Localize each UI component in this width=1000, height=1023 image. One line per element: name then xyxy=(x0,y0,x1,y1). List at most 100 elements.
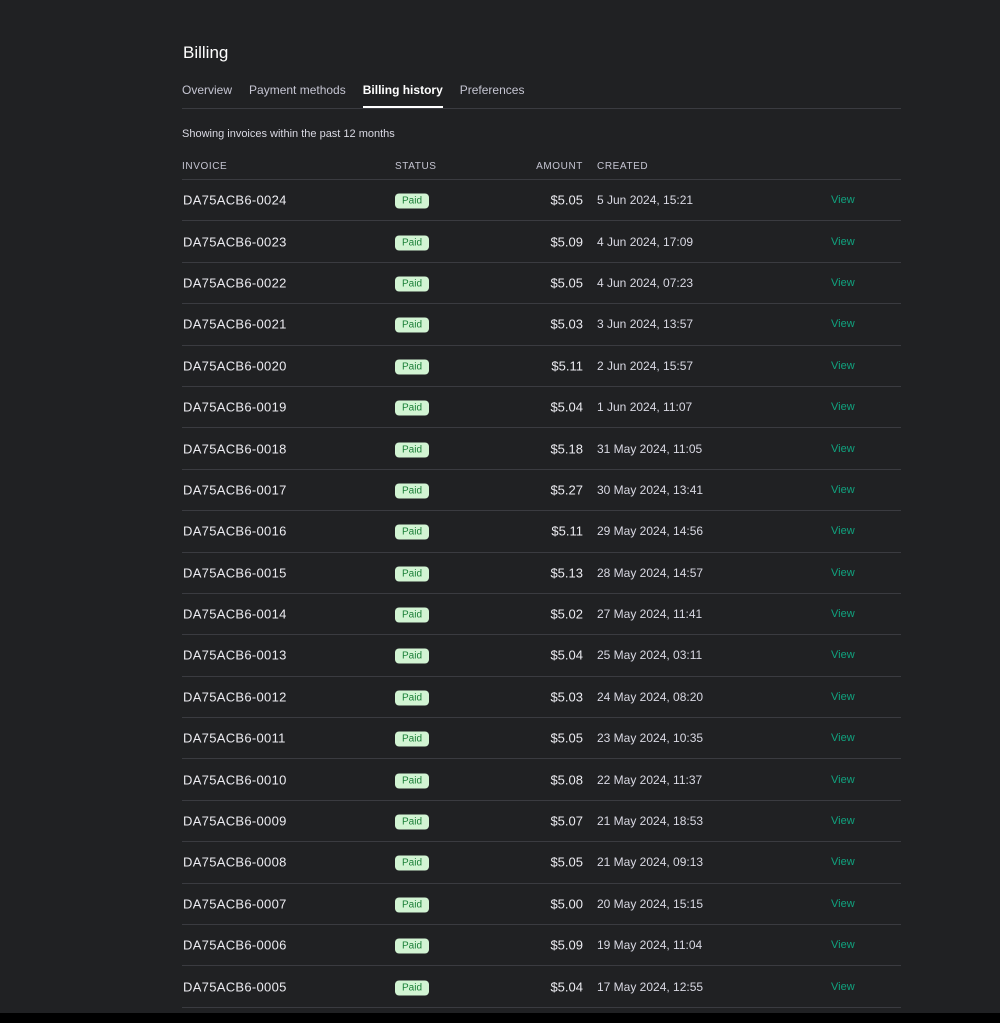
tab-preferences[interactable]: Preferences xyxy=(460,82,525,108)
invoice-id: DA75ACB6-0015 xyxy=(183,565,287,581)
status-badge: Paid xyxy=(395,359,430,375)
invoice-amount: $5.00 xyxy=(550,896,583,912)
view-invoice-link[interactable]: View xyxy=(831,318,855,330)
invoice-id: DA75ACB6-0008 xyxy=(183,854,287,870)
view-invoice-link[interactable]: View xyxy=(831,194,855,206)
view-invoice-link[interactable]: View xyxy=(831,277,855,289)
status-badge: Paid xyxy=(395,317,430,333)
invoice-amount: $5.05 xyxy=(550,275,583,291)
status-badge: Paid xyxy=(395,400,430,416)
invoice-created: 5 Jun 2024, 15:21 xyxy=(597,193,694,208)
invoice-amount: $5.02 xyxy=(550,606,583,622)
view-invoice-link[interactable]: View xyxy=(831,525,855,537)
table-row: DA75ACB6-0011 Paid $5.05 23 May 2024, 10:35… xyxy=(182,718,901,760)
invoice-created: 20 May 2024, 15:15 xyxy=(597,896,704,911)
view-invoice-link[interactable]: View xyxy=(831,856,855,868)
invoice-created: 1 Jun 2024, 11:07 xyxy=(597,400,693,415)
status-cell: Paid xyxy=(395,730,430,747)
status-cell: Paid xyxy=(395,316,430,333)
view-invoice-link[interactable]: View xyxy=(831,815,855,827)
invoice-amount: $5.08 xyxy=(550,772,583,788)
invoice-created: 27 May 2024, 11:41 xyxy=(597,607,703,622)
invoice-id: DA75ACB6-0021 xyxy=(183,316,287,332)
invoice-created: 31 May 2024, 11:05 xyxy=(597,441,703,456)
view-invoice-link[interactable]: View xyxy=(831,567,855,579)
view-invoice-link[interactable]: View xyxy=(831,939,855,951)
status-cell: Paid xyxy=(395,192,430,209)
status-badge: Paid xyxy=(395,648,430,664)
invoices-table: INVOICE STATUS AMOUNT CREATED DA75ACB6-0… xyxy=(182,157,901,1008)
view-invoice-link[interactable]: View xyxy=(831,898,855,910)
invoice-created: 21 May 2024, 09:13 xyxy=(597,855,704,870)
invoice-amount: $5.09 xyxy=(550,234,583,250)
status-badge: Paid xyxy=(395,276,430,292)
status-badge: Paid xyxy=(395,442,430,458)
status-badge: Paid xyxy=(395,566,430,582)
tab-payment-methods[interactable]: Payment methods xyxy=(249,82,346,108)
view-invoice-link[interactable]: View xyxy=(831,774,855,786)
table-row: DA75ACB6-0023 Paid $5.09 4 Jun 2024, 17:09 V… xyxy=(182,221,901,263)
status-badge: Paid xyxy=(395,235,430,251)
status-cell: Paid xyxy=(395,978,430,996)
table-row: DA75ACB6-0008 Paid $5.05 21 May 2024, 09:13… xyxy=(182,842,901,884)
invoice-amount: $5.04 xyxy=(550,979,583,995)
status-cell: Paid xyxy=(395,937,430,954)
invoice-created: 24 May 2024, 08:20 xyxy=(597,689,704,704)
invoice-amount: $5.09 xyxy=(550,937,583,953)
invoice-created: 29 May 2024, 14:56 xyxy=(597,524,704,539)
invoice-id: DA75ACB6-0017 xyxy=(183,482,287,498)
status-cell: Paid xyxy=(395,688,430,706)
invoice-id: DA75ACB6-0022 xyxy=(183,275,287,291)
invoice-amount: $5.18 xyxy=(550,441,583,457)
invoice-created: 25 May 2024, 03:11 xyxy=(597,648,703,663)
table-row: DA75ACB6-0010 Paid $5.08 22 May 2024, 11:37… xyxy=(182,759,901,801)
status-badge: Paid xyxy=(395,773,430,789)
tab-overview[interactable]: Overview xyxy=(182,82,232,108)
status-cell: Paid xyxy=(395,771,430,789)
invoice-id: DA75ACB6-0006 xyxy=(183,937,287,953)
status-cell: Paid xyxy=(395,233,430,251)
status-badge: Paid xyxy=(395,690,430,706)
status-cell: Paid xyxy=(395,440,430,458)
status-badge: Paid xyxy=(395,193,430,209)
table-row: DA75ACB6-0021 Paid $5.03 3 Jun 2024, 13:57 V… xyxy=(182,304,901,346)
header-invoice: INVOICE xyxy=(182,161,228,172)
invoice-id: DA75ACB6-0023 xyxy=(183,234,287,250)
header-created: CREATED xyxy=(597,161,649,172)
table-row: DA75ACB6-0014 Paid $5.02 27 May 2024, 11:41… xyxy=(182,594,901,636)
table-row: DA75ACB6-0009 Paid $5.07 21 May 2024, 18:53… xyxy=(182,801,901,843)
invoice-created: 19 May 2024, 11:04 xyxy=(597,938,703,953)
view-invoice-link[interactable]: View xyxy=(831,360,855,372)
invoice-amount: $5.05 xyxy=(550,730,583,746)
view-invoice-link[interactable]: View xyxy=(831,401,855,413)
view-invoice-link[interactable]: View xyxy=(831,691,855,703)
view-invoice-link[interactable]: View xyxy=(831,608,855,620)
invoice-amount: $5.04 xyxy=(550,647,583,663)
table-row: DA75ACB6-0015 Paid $5.13 28 May 2024, 14:57… xyxy=(182,553,901,594)
view-invoice-link[interactable]: View xyxy=(831,981,855,993)
status-badge: Paid xyxy=(395,483,430,499)
view-invoice-link[interactable]: View xyxy=(831,236,855,248)
invoice-id: DA75ACB6-0019 xyxy=(183,399,287,415)
status-cell: Paid xyxy=(395,895,430,913)
invoice-created: 4 Jun 2024, 17:09 xyxy=(597,234,694,249)
table-row: DA75ACB6-0022 Paid $5.05 4 Jun 2024, 07:23 V… xyxy=(182,263,901,305)
view-invoice-link[interactable]: View xyxy=(831,649,855,661)
status-cell: Paid xyxy=(395,854,430,871)
invoice-id: DA75ACB6-0016 xyxy=(183,523,287,539)
tab-billing-history[interactable]: Billing history xyxy=(362,82,443,108)
table-body: DA75ACB6-0024 Paid $5.05 5 Jun 2024, 15:21 V… xyxy=(182,180,901,1008)
view-invoice-link[interactable]: View xyxy=(831,443,855,455)
invoice-amount: $5.05 xyxy=(550,192,583,208)
invoice-amount: $5.04 xyxy=(550,399,583,415)
view-invoice-link[interactable]: View xyxy=(831,484,855,496)
invoice-id: DA75ACB6-0009 xyxy=(183,813,287,829)
status-badge: Paid xyxy=(395,855,430,871)
invoice-amount: $5.27 xyxy=(550,482,583,498)
invoice-amount: $5.03 xyxy=(550,316,583,332)
table-row: DA75ACB6-0005 Paid $5.04 17 May 2024, 12:55… xyxy=(182,966,901,1008)
invoice-id: DA75ACB6-0013 xyxy=(183,647,287,663)
invoice-created: 22 May 2024, 11:37 xyxy=(597,772,703,787)
view-invoice-link[interactable]: View xyxy=(831,732,855,744)
invoice-amount: $5.11 xyxy=(551,358,583,374)
